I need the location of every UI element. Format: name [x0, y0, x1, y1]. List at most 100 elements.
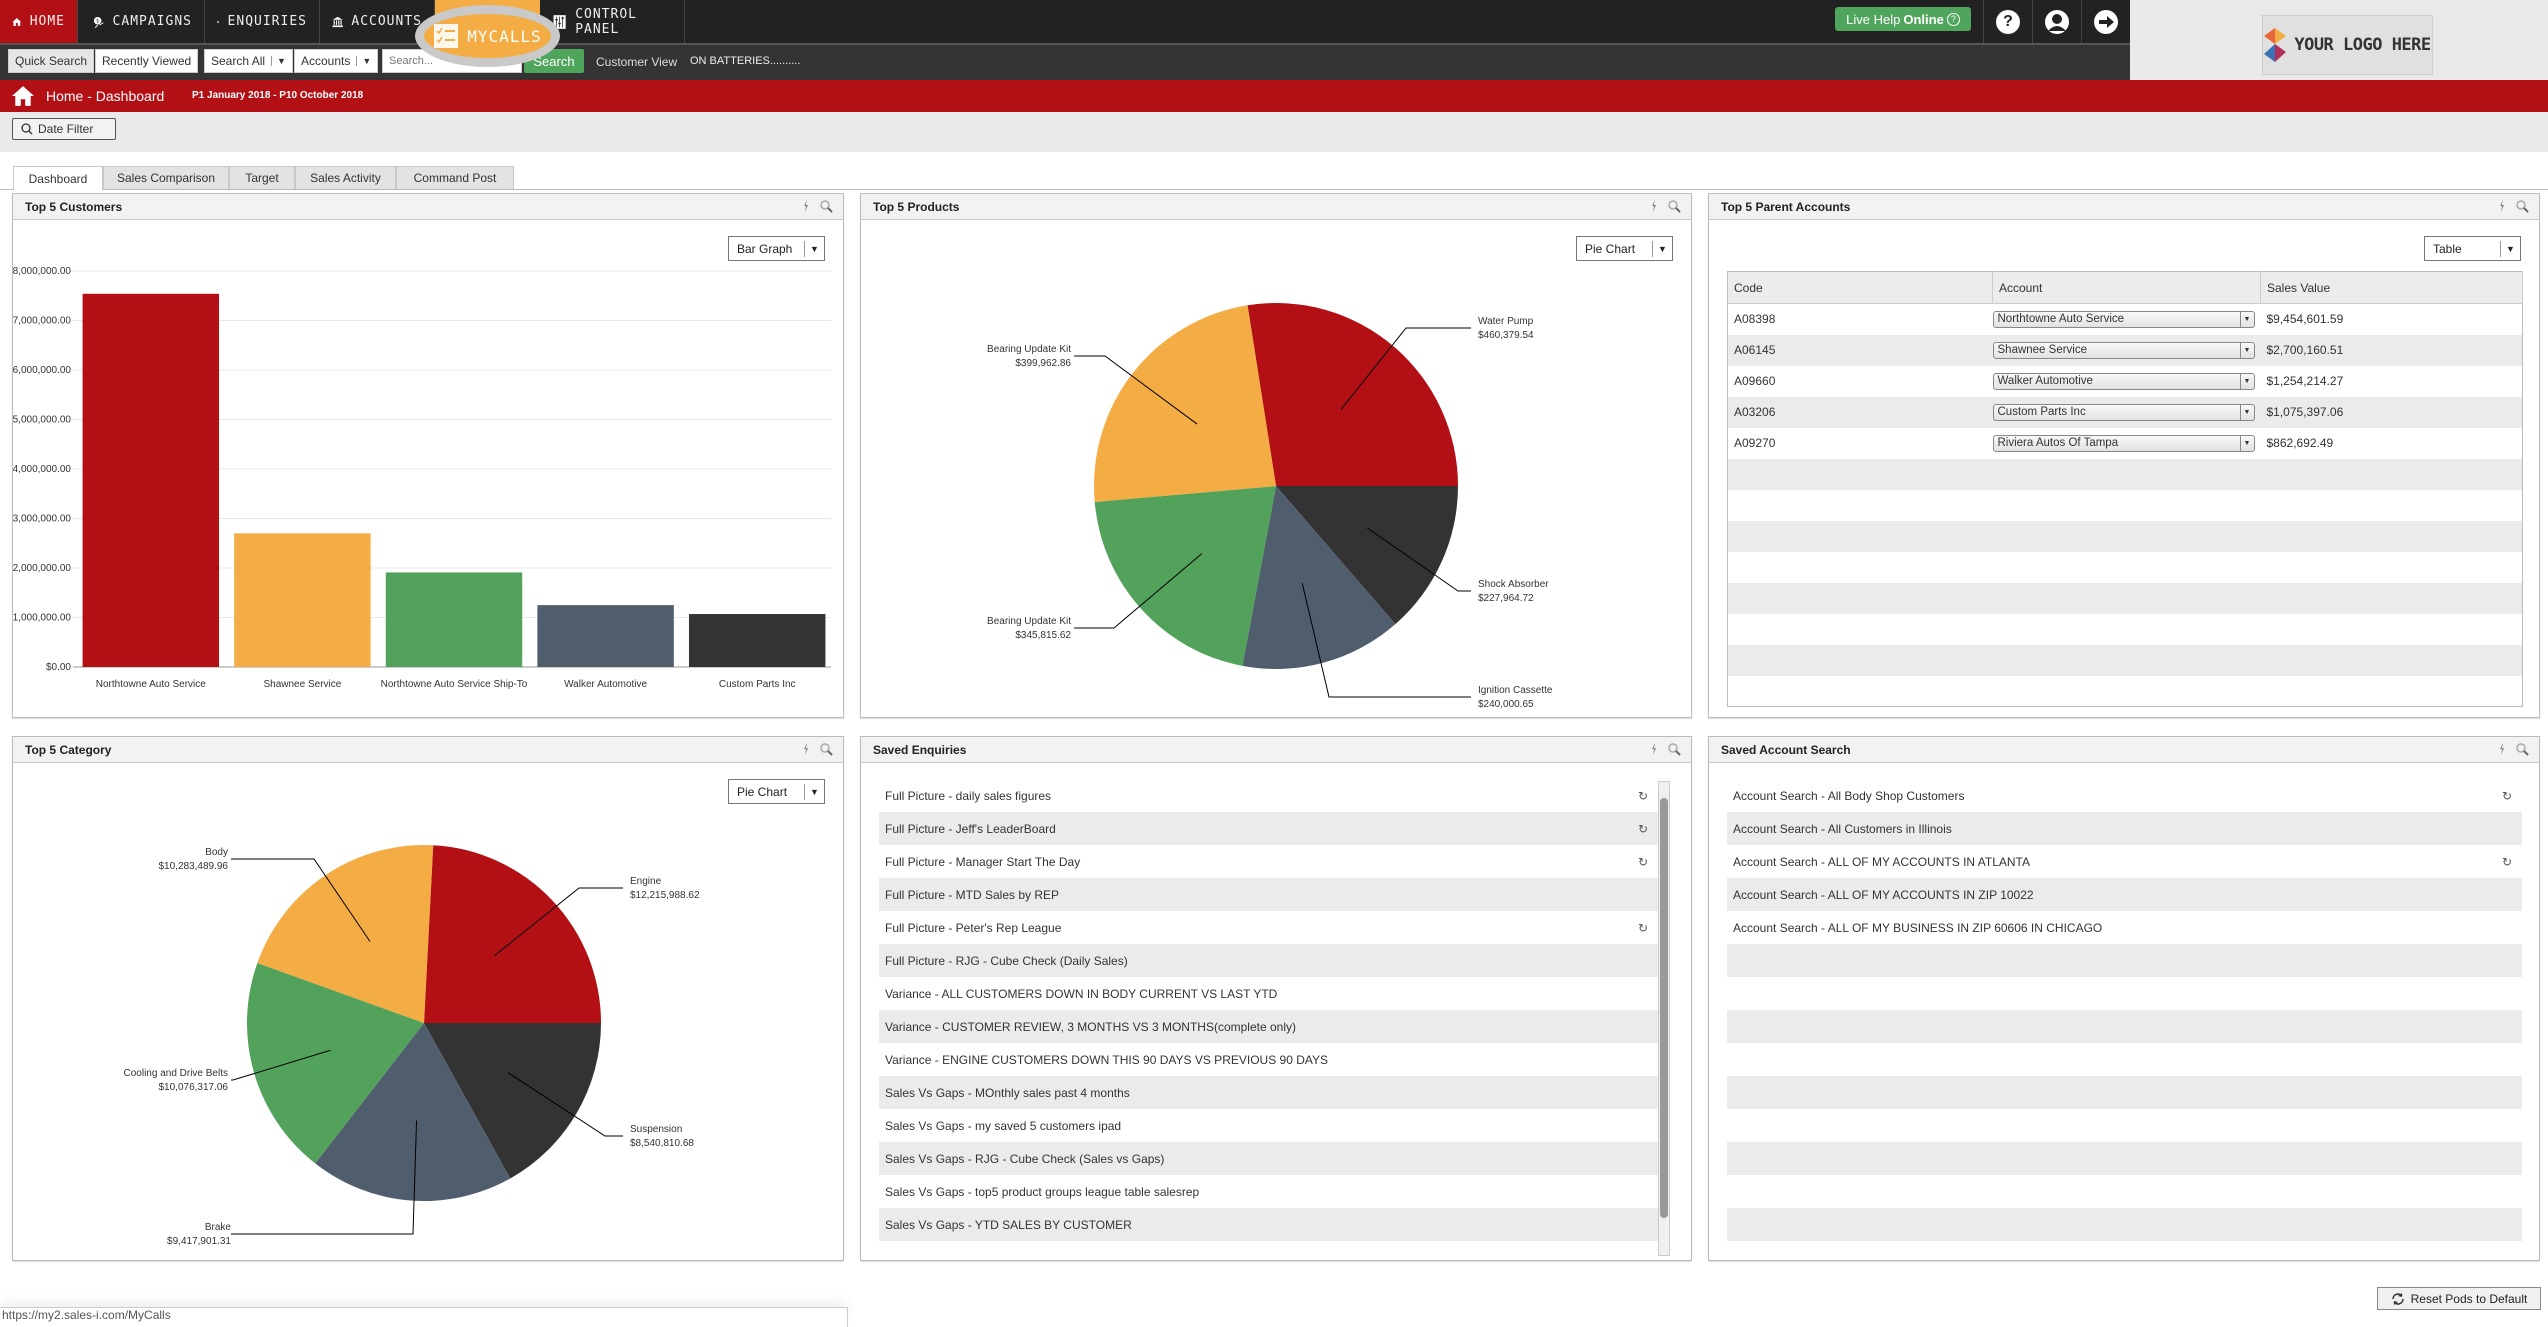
- search-type-select[interactable]: Accounts ▼: [294, 49, 379, 73]
- pod-title: Top 5 Category: [25, 742, 112, 757]
- list-item-label: Variance - ENGINE CUSTOMERS DOWN THIS 90…: [885, 1052, 1329, 1067]
- list-item-label: Sales Vs Gaps - YTD SALES BY CUSTOMER: [885, 1217, 1132, 1232]
- pin-icon[interactable]: [799, 199, 813, 213]
- quick-search-button[interactable]: Quick Search: [8, 49, 95, 73]
- customer-view-link[interactable]: Customer View: [596, 55, 677, 69]
- pin-icon[interactable]: [1647, 199, 1661, 213]
- column-header-sales-value: Sales Value: [2260, 271, 2523, 304]
- help-button[interactable]: ?: [1983, 0, 2032, 43]
- refresh-icon[interactable]: ↻: [1638, 855, 1648, 869]
- help-circle-icon: ?: [1946, 12, 1960, 26]
- nav-enquiries[interactable]: ENQUIRIES: [205, 0, 320, 43]
- recently-viewed-button[interactable]: Recently Viewed: [95, 49, 199, 73]
- company-logo: YOUR LOGO HERE: [2262, 15, 2433, 75]
- pin-icon[interactable]: [799, 742, 813, 756]
- tab-command-post[interactable]: Command Post: [396, 166, 514, 189]
- pie-slice[interactable]: [424, 845, 601, 1023]
- cell-sales-value: $1,254,214.27: [2266, 374, 2344, 388]
- list-item[interactable]: Full Picture - Jeff's LeaderBoard ↻: [879, 812, 1658, 845]
- news-ticker: ON BATTERIES..........: [690, 55, 801, 67]
- list-item[interactable]: Full Picture - Manager Start The Day ↻: [879, 845, 1658, 878]
- tab-target[interactable]: Target: [229, 166, 295, 189]
- pin-icon[interactable]: [2495, 199, 2509, 213]
- magnifier-icon[interactable]: [2515, 199, 2529, 213]
- list-item[interactable]: Sales Vs Gaps - RJG - Cube Check (Sales …: [879, 1142, 1658, 1175]
- refresh-icon[interactable]: ↻: [1638, 789, 1648, 803]
- magnifier-icon[interactable]: [819, 742, 833, 756]
- refresh-icon[interactable]: ↻: [1638, 921, 1648, 935]
- pod-saved-account-search: Saved Account Search Account Search - Al…: [1708, 736, 2540, 1261]
- bar[interactable]: [385, 572, 523, 667]
- list-item[interactable]: Sales Vs Gaps - MOnthly sales past 4 mon…: [879, 1076, 1658, 1109]
- list-item[interactable]: Variance - ENGINE CUSTOMERS DOWN THIS 90…: [879, 1043, 1658, 1076]
- refresh-icon[interactable]: ↻: [2502, 855, 2512, 869]
- list-item[interactable]: Sales Vs Gaps - my saved 5 customers ipa…: [879, 1109, 1658, 1142]
- list-item[interactable]: Account Search - All Body Shop Customers…: [1727, 779, 2522, 812]
- magnifier-icon[interactable]: [819, 199, 833, 213]
- pie-slice[interactable]: [1094, 305, 1276, 502]
- scrollbar-thumb[interactable]: [1660, 798, 1668, 1218]
- bar[interactable]: [234, 533, 371, 667]
- account-select-value: Shawnee Service: [1997, 344, 2088, 356]
- date-filter-button[interactable]: Date Filter: [12, 118, 116, 140]
- nav-mycalls[interactable]: MYCALLS: [415, 5, 560, 67]
- list-item[interactable]: Full Picture - MTD Sales by REP: [879, 878, 1658, 911]
- account-select[interactable]: Shawnee Service ▼: [1992, 341, 2255, 359]
- slice-value-label: $460,379.54: [1478, 330, 1534, 341]
- scrollbar[interactable]: [1658, 781, 1670, 1256]
- list-item[interactable]: Account Search - ALL OF MY ACCOUNTS IN Z…: [1727, 878, 2522, 911]
- reset-pods-button[interactable]: Reset Pods to Default: [2377, 1287, 2541, 1310]
- cell-sales-value: $862,692.49: [2266, 436, 2334, 450]
- logo-mark-icon: [2264, 28, 2287, 62]
- cell-sales-value: $1,075,397.06: [2260, 396, 2523, 428]
- slice-label: Suspension: [630, 1124, 682, 1135]
- nav-campaigns[interactable]: $ CAMPAIGNS: [80, 0, 205, 43]
- tab-sales-comparison[interactable]: Sales Comparison: [103, 166, 229, 189]
- logout-button[interactable]: [2081, 0, 2130, 43]
- tab-dashboard[interactable]: Dashboard: [13, 166, 103, 190]
- list-item[interactable]: Sales Vs Gaps - top5 product groups leag…: [879, 1175, 1658, 1208]
- list-item[interactable]: Account Search - All Customers in Illino…: [1727, 812, 2522, 845]
- list-item[interactable]: Full Picture - Peter's Rep League ↻: [879, 911, 1658, 944]
- list-item[interactable]: Account Search - ALL OF MY BUSINESS IN Z…: [1727, 911, 2522, 944]
- view-type-select[interactable]: Table ▼: [2424, 236, 2521, 261]
- account-select[interactable]: Riviera Autos Of Tampa ▼: [1992, 434, 2255, 452]
- list-item[interactable]: Full Picture - RJG - Cube Check (Daily S…: [879, 944, 1658, 977]
- pin-icon[interactable]: [2495, 742, 2509, 756]
- list-item[interactable]: Sales Vs Gaps - YTD SALES BY CUSTOMER: [879, 1208, 1658, 1241]
- search-scope-select[interactable]: Search All ▼: [204, 49, 293, 73]
- bar[interactable]: [537, 605, 674, 667]
- pin-icon[interactable]: [1647, 742, 1661, 756]
- chevron-down-icon: ▼: [2239, 342, 2254, 358]
- list-item[interactable]: Variance - ALL CUSTOMERS DOWN IN BODY CU…: [879, 977, 1658, 1010]
- bar[interactable]: [82, 293, 220, 667]
- account-select[interactable]: Walker Automotive ▼: [1992, 372, 2255, 390]
- list-item[interactable]: Account Search - ALL OF MY ACCOUNTS IN A…: [1727, 845, 2522, 878]
- y-tick-label: $4,000,000.00: [13, 464, 71, 475]
- cell-sales-value: $2,700,160.51: [2260, 334, 2523, 366]
- refresh-icon[interactable]: ↻: [1638, 822, 1648, 836]
- refresh-icon[interactable]: ↻: [2502, 789, 2512, 803]
- pod-title: Top 5 Parent Accounts: [1721, 199, 1851, 214]
- list-item-label: Sales Vs Gaps - my saved 5 customers ipa…: [885, 1118, 1122, 1133]
- account-select[interactable]: Northtowne Auto Service ▼: [1992, 310, 2255, 328]
- nav-home[interactable]: HOME: [0, 0, 78, 43]
- cell-code: A09660: [1734, 374, 1776, 388]
- magnifier-icon[interactable]: [1667, 742, 1681, 756]
- chevron-down-icon: ▼: [2500, 241, 2520, 257]
- nav-control-panel[interactable]: CONTROL PANEL: [540, 0, 685, 43]
- tab-sales-activity[interactable]: Sales Activity: [295, 166, 396, 189]
- user-profile-button[interactable]: [2032, 0, 2081, 43]
- magnifier-icon[interactable]: [2515, 742, 2529, 756]
- live-help-button[interactable]: Live Help Online ?: [1835, 7, 1971, 31]
- cell-code: A08398: [1734, 312, 1776, 327]
- accounts-icon: [332, 16, 343, 27]
- list-item[interactable]: Full Picture - daily sales figures ↻: [879, 779, 1658, 812]
- nav-mycalls-label: MYCALLS: [467, 26, 542, 46]
- bar[interactable]: [688, 614, 826, 667]
- slice-label: Ignition Cassette: [1478, 685, 1553, 696]
- list-item[interactable]: Variance - CUSTOMER REVIEW, 3 MONTHS VS …: [879, 1010, 1658, 1043]
- magnifier-icon[interactable]: [1667, 199, 1681, 213]
- account-select[interactable]: Custom Parts Inc ▼: [1992, 403, 2255, 421]
- account-select-value: Walker Automotive: [1997, 375, 2093, 387]
